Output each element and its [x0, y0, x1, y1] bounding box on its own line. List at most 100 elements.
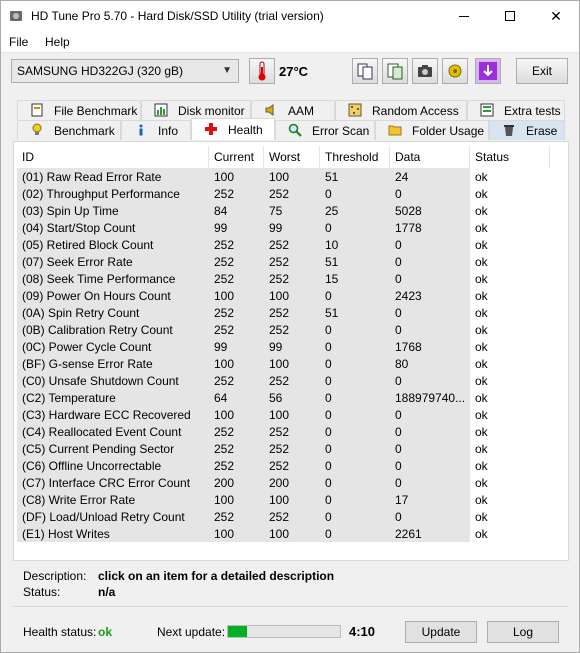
tab-aam[interactable]: AAM [251, 100, 335, 120]
table-row[interactable]: (C5) Current Pending Sector 252 252 0 0 ok [17, 440, 565, 457]
tab-erase[interactable]: Erase [489, 120, 565, 140]
status-cell: ok [475, 357, 488, 371]
current-value-cell: 100 [209, 355, 264, 372]
camera-icon [418, 65, 432, 77]
menu-help[interactable]: Help [45, 35, 70, 49]
update-button[interactable]: Update [405, 621, 477, 643]
threshold-value-cell: 10 [320, 236, 390, 253]
status-cell: ok [475, 170, 488, 184]
menu-file[interactable]: File [9, 35, 28, 49]
threshold-value-cell: 0 [320, 525, 390, 542]
table-row[interactable]: (02) Throughput Performance 252 252 0 0 ok [17, 185, 565, 202]
column-header-data[interactable]: Data [390, 146, 470, 168]
tab-random-access[interactable]: Random Access [335, 100, 467, 120]
options-button[interactable] [442, 58, 468, 84]
status-cell: ok [475, 408, 488, 422]
magnifier-icon [288, 123, 302, 137]
table-row[interactable]: (C7) Interface CRC Error Count 200 200 0 0 ok [17, 474, 565, 491]
table-row[interactable]: (03) Spin Up Time 84 75 25 5028 ok [17, 202, 565, 219]
options-icon [448, 64, 462, 78]
tab-info[interactable]: Info [121, 120, 191, 140]
maximize-button[interactable] [487, 1, 533, 31]
tab-disk-monitor[interactable]: Disk monitor [141, 100, 251, 120]
current-value-cell: 252 [209, 457, 264, 474]
column-header-current[interactable]: Current [209, 146, 264, 168]
table-row[interactable]: (09) Power On Hours Count 100 100 0 2423 ok [17, 287, 565, 304]
status-cell: ok [475, 476, 488, 490]
close-button[interactable]: ✕ [533, 1, 579, 31]
table-row[interactable]: (07) Seek Error Rate 252 252 51 0 ok [17, 253, 565, 270]
attribute-id-cell: (C3) Hardware ECC Recovered [17, 406, 209, 423]
table-row[interactable]: (C2) Temperature 64 56 0 188979740... ok [17, 389, 565, 406]
table-row[interactable]: (08) Seek Time Performance 252 252 15 0 ok [17, 270, 565, 287]
table-row[interactable]: (C6) Offline Uncorrectable 252 252 0 0 ok [17, 457, 565, 474]
tab-file-benchmark[interactable]: File Benchmark [17, 100, 141, 120]
drive-select[interactable]: SAMSUNG HD322GJ (320 gB) ▼ [11, 59, 239, 83]
worst-value-cell: 100 [264, 406, 320, 423]
raw-data-cell: 188979740... [390, 389, 470, 406]
current-value-cell: 100 [209, 491, 264, 508]
minimize-button[interactable] [441, 1, 487, 31]
status-cell: ok [475, 391, 488, 405]
tab-error-scan[interactable]: Error Scan [275, 120, 375, 140]
copy-text-button[interactable] [352, 58, 378, 84]
attribute-id-cell: (E1) Host Writes [17, 525, 209, 542]
attribute-id-cell: (C7) Interface CRC Error Count [17, 474, 209, 491]
save-button[interactable] [475, 58, 501, 84]
table-row[interactable]: (C3) Hardware ECC Recovered 100 100 0 0 ok [17, 406, 565, 423]
worst-value-cell: 75 [264, 202, 320, 219]
current-value-cell: 252 [209, 440, 264, 457]
table-row[interactable]: (01) Raw Read Error Rate 100 100 51 24 ok [17, 168, 565, 185]
speaker-icon [265, 104, 274, 116]
worst-value-cell: 252 [264, 508, 320, 525]
worst-value-cell: 100 [264, 287, 320, 304]
table-row[interactable]: (04) Start/Stop Count 99 99 0 1778 ok [17, 219, 565, 236]
lightbulb-icon [32, 123, 42, 135]
threshold-value-cell: 0 [320, 491, 390, 508]
attribute-id-cell: (05) Retired Block Count [17, 236, 209, 253]
table-row[interactable]: (DF) Load/Unload Retry Count 252 252 0 0 ok [17, 508, 565, 525]
tab-extra-tests[interactable]: Extra tests [467, 100, 565, 120]
temperature-readout: 27°C [279, 64, 309, 79]
table-row[interactable]: (05) Retired Block Count 252 252 10 0 ok [17, 236, 565, 253]
raw-data-cell: 0 [390, 406, 470, 423]
download-arrow-icon [479, 62, 497, 80]
exit-button[interactable]: Exit [516, 58, 568, 84]
attribute-id-cell: (0A) Spin Retry Count [17, 304, 209, 321]
attribute-id-cell: (C8) Write Error Rate [17, 491, 209, 508]
column-header-id[interactable]: ID [17, 146, 209, 168]
screenshot-button[interactable] [412, 58, 438, 84]
worst-value-cell: 252 [264, 321, 320, 338]
tab-benchmark[interactable]: Benchmark [17, 120, 121, 140]
raw-data-cell: 2261 [390, 525, 470, 542]
raw-data-cell: 1778 [390, 219, 470, 236]
column-header-worst[interactable]: Worst [264, 146, 320, 168]
status-value: n/a [98, 585, 116, 599]
worst-value-cell: 252 [264, 372, 320, 389]
next-update-timer: 4:10 [349, 624, 376, 639]
worst-value-cell: 100 [264, 355, 320, 372]
raw-data-cell: 0 [390, 440, 470, 457]
table-row[interactable]: (0A) Spin Retry Count 252 252 51 0 ok [17, 304, 565, 321]
status-cell: ok [475, 272, 488, 286]
tab-folder-usage[interactable]: Folder Usage [375, 120, 489, 140]
current-value-cell: 64 [209, 389, 264, 406]
raw-data-cell: 1768 [390, 338, 470, 355]
table-row[interactable]: (BF) G-sense Error Rate 100 100 0 80 ok [17, 355, 565, 372]
copy-screenshot-button[interactable] [382, 58, 408, 84]
column-header-status[interactable]: Status [470, 146, 550, 168]
current-value-cell: 252 [209, 185, 264, 202]
thermometer-button[interactable] [249, 58, 275, 84]
copy-icon [357, 63, 373, 80]
log-button[interactable]: Log [487, 621, 559, 643]
table-row[interactable]: (C4) Reallocated Event Count 252 252 0 0 ok [17, 423, 565, 440]
raw-data-cell: 17 [390, 491, 470, 508]
column-header-threshold[interactable]: Threshold [320, 146, 390, 168]
table-row[interactable]: (C0) Unsafe Shutdown Count 252 252 0 0 ok [17, 372, 565, 389]
tab-health[interactable]: Health [191, 118, 275, 140]
table-row[interactable]: (0C) Power Cycle Count 99 99 0 1768 ok [17, 338, 565, 355]
table-row[interactable]: (0B) Calibration Retry Count 252 252 0 0 ok [17, 321, 565, 338]
raw-data-cell: 0 [390, 372, 470, 389]
table-row[interactable]: (C8) Write Error Rate 100 100 0 17 ok [17, 491, 565, 508]
table-row[interactable]: (E1) Host Writes 100 100 0 2261 ok [17, 525, 565, 542]
